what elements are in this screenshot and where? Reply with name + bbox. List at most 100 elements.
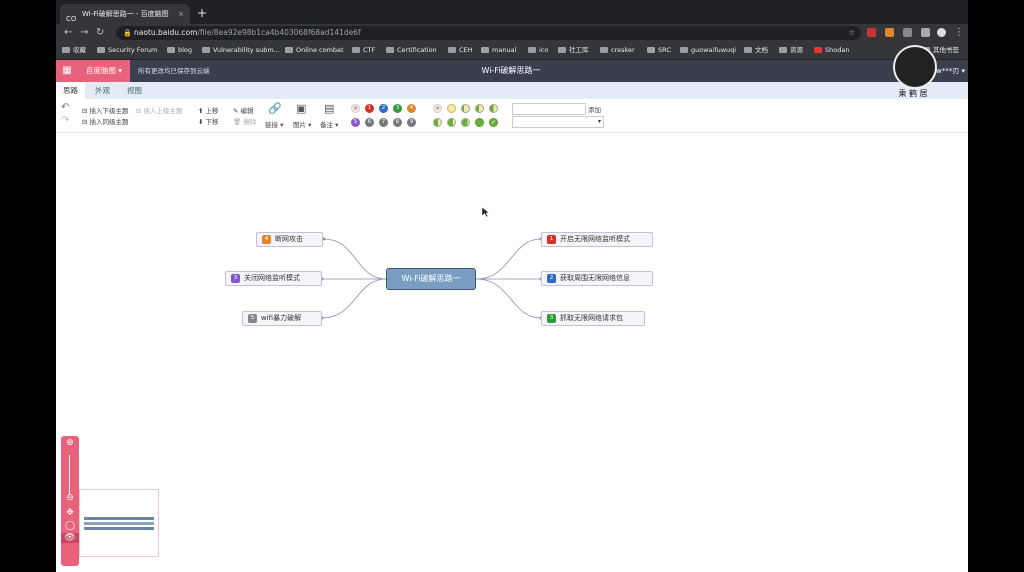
new-tab-button[interactable]: + — [197, 4, 207, 22]
extension-icon[interactable] — [867, 28, 876, 37]
menu-icon[interactable]: ⋮ — [954, 26, 964, 40]
node-label: 抓取无限网络请求包 — [560, 314, 623, 322]
progress-3-icon[interactable] — [489, 104, 498, 113]
link-line — [475, 278, 542, 319]
move-icon[interactable]: ✥ — [61, 508, 79, 518]
close-icon[interactable]: × — [178, 4, 184, 24]
priority-3[interactable]: 3 — [393, 104, 402, 113]
node-right-2[interactable]: 2 获取周围无限网络信息 — [541, 271, 653, 286]
bookmark-item[interactable]: Shodan — [814, 42, 849, 59]
bookmark-item[interactable]: Certification — [386, 42, 437, 59]
back-icon[interactable]: ← — [64, 26, 72, 40]
mindmap-canvas[interactable]: Wi-Fi破解思路一 4 断网攻击 3 关闭网络监听模式 5 wifi暴力破解 … — [56, 133, 968, 572]
progress-5-icon[interactable] — [447, 118, 456, 127]
image-button[interactable]: 图片 ▾ — [293, 119, 311, 129]
edit-button[interactable]: ✎ 编辑 — [233, 105, 254, 115]
zoom-out-icon[interactable]: ⊖ — [61, 493, 79, 503]
redo-icon[interactable]: ↷ — [61, 115, 69, 126]
puzzle-icon[interactable] — [921, 28, 930, 37]
node-left-2[interactable]: 3 关闭网络监听模式 — [225, 271, 322, 286]
bookmark-item[interactable]: blog — [167, 42, 192, 59]
progress-2-icon[interactable] — [475, 104, 484, 113]
bookmark-item[interactable]: CTF — [352, 42, 375, 59]
toolbar: ↶ ↷ ⊟ 插入下级主题 ⊟ 插入上级主题 ⊟ 插入同级主题 ⬆ 上移 ⬇ 下移… — [56, 99, 968, 133]
tab-appearance[interactable]: 外观 — [88, 82, 117, 99]
root-node[interactable]: Wi-Fi破解思路一 — [386, 268, 476, 290]
user-menu[interactable]: w***刃 ▾ — [936, 60, 965, 82]
progress-6-icon[interactable] — [461, 118, 470, 127]
progress-1-icon[interactable] — [461, 104, 470, 113]
link-icon[interactable]: 🔗 — [268, 102, 282, 115]
priority-1[interactable]: 1 — [365, 104, 374, 113]
address-bar[interactable]: 🔒 naotu.baidu.com/file/8ea92e98b1ca4b403… — [116, 26, 861, 40]
watermark-text: 乘 鹤 居 — [898, 89, 928, 98]
link-button[interactable]: 链接 ▾ — [265, 119, 283, 129]
bookmark-item[interactable]: 社工库 — [558, 42, 589, 59]
bookmark-item[interactable]: 文档 — [744, 42, 768, 59]
note-button[interactable]: 备注 ▾ — [320, 119, 338, 129]
node-right-1[interactable]: 1 开启无限网络监听模式 — [541, 232, 653, 247]
bookmark-item[interactable]: 资源 — [779, 42, 803, 59]
progress-done-icon[interactable]: ✓ — [489, 118, 498, 127]
priority-8[interactable]: 8 — [393, 118, 402, 127]
bookmark-item[interactable]: ico — [528, 42, 548, 59]
bookmark-item[interactable]: Vulnerability subm... — [202, 42, 280, 59]
priority-9[interactable]: 9 — [407, 118, 416, 127]
progress-0-icon[interactable] — [447, 104, 456, 113]
extension-icon[interactable] — [903, 28, 912, 37]
move-up-button[interactable]: ⬆ 上移 — [198, 105, 219, 115]
priority-5[interactable]: 5 — [351, 118, 360, 127]
image-icon[interactable]: ▣ — [296, 102, 306, 115]
priority-2[interactable]: 2 — [379, 104, 388, 113]
eye-icon[interactable]: 👁 — [61, 533, 79, 543]
bookmark-item[interactable]: Online combat — [285, 42, 344, 59]
address-row: ← → ↻ 🔒 naotu.baidu.com/file/8ea92e98b1c… — [56, 24, 968, 42]
progress-clear-icon[interactable]: ✕ — [433, 104, 442, 113]
extension-icon[interactable] — [885, 28, 894, 37]
bookmark-item[interactable]: Security Forum — [97, 42, 157, 59]
bookmark-item[interactable]: SRC — [647, 42, 671, 59]
priority-clear[interactable]: ✕ — [351, 104, 360, 113]
node-left-3[interactable]: 5 wifi暴力破解 — [242, 311, 322, 326]
grid-icon[interactable]: ▦ — [56, 60, 78, 82]
bookmark-item[interactable]: cresker — [600, 42, 635, 59]
doc-title[interactable]: Wi-Fi破解思路一 — [386, 60, 636, 82]
insert-child-button[interactable]: ⊟ 插入下级主题 — [82, 105, 129, 115]
node-left-1[interactable]: 4 断网攻击 — [256, 232, 323, 247]
priority-4[interactable]: 4 — [407, 104, 416, 113]
undo-icon[interactable]: ↶ — [61, 102, 69, 113]
link-line — [323, 238, 387, 280]
delete-button[interactable]: 🗑 删除 — [233, 116, 256, 126]
bookmark-item[interactable]: guowaifuwuqi — [680, 42, 736, 59]
bookmark-item[interactable]: manual — [481, 42, 516, 59]
minimap-node — [84, 527, 154, 530]
center-icon[interactable]: ◯ — [61, 521, 79, 531]
reload-icon[interactable]: ↻ — [96, 26, 104, 40]
progress-7-icon[interactable] — [475, 118, 484, 127]
tab-idea[interactable]: 思路 — [56, 82, 85, 99]
node-right-3[interactable]: 3 抓取无限网络请求包 — [541, 311, 645, 326]
priority-6[interactable]: 6 — [365, 118, 374, 127]
progress-4-icon[interactable] — [433, 118, 442, 127]
brand-menu[interactable]: 百度脑图 ▾ — [78, 60, 130, 82]
zoom-in-icon[interactable]: ⊕ — [61, 438, 79, 448]
minimap[interactable] — [79, 489, 159, 557]
tag-select[interactable]: ▾ — [512, 116, 604, 128]
zoom-slider[interactable] — [69, 455, 70, 495]
bookmark-item[interactable]: CEH — [448, 42, 473, 59]
note-icon[interactable]: ▤ — [324, 102, 334, 115]
move-down-button[interactable]: ⬇ 下移 — [198, 116, 219, 126]
insert-parent-button[interactable]: ⊟ 插入上级主题 — [136, 105, 183, 115]
bookmarks-bar: 収藏 Security Forum blog Vulnerability sub… — [56, 42, 968, 60]
link-line — [321, 278, 387, 319]
insert-sibling-button[interactable]: ⊟ 插入同级主题 — [82, 116, 129, 126]
tab-view[interactable]: 视图 — [120, 82, 149, 99]
bookmark-item[interactable]: 収藏 — [62, 42, 86, 59]
tag-add-button[interactable]: 添加 — [588, 104, 601, 114]
forward-icon[interactable]: → — [80, 26, 88, 40]
browser-tab[interactable]: CO Wi-Fi破解思路一 - 百度脑图 × — [60, 4, 190, 24]
star-icon[interactable]: ☆ — [848, 26, 855, 40]
priority-7[interactable]: 7 — [379, 118, 388, 127]
avatar[interactable] — [937, 28, 946, 37]
tag-input[interactable] — [512, 103, 586, 115]
